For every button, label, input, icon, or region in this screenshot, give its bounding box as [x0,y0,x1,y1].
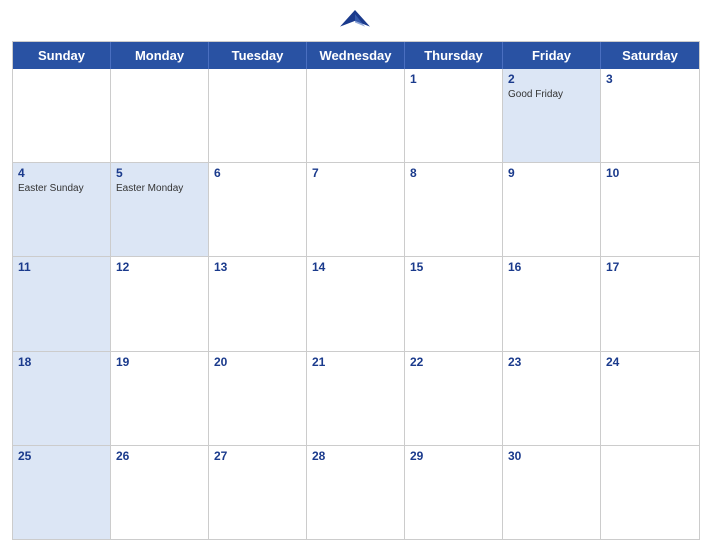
header [12,10,700,35]
day-number: 8 [410,166,497,182]
cal-cell-2-4: 15 [405,257,503,350]
cal-cell-0-6: 3 [601,69,699,162]
cal-cell-4-6 [601,446,699,539]
day-number: 16 [508,260,595,276]
cal-cell-0-4: 1 [405,69,503,162]
cal-cell-1-0: 4Easter Sunday [13,163,111,256]
day-number: 24 [606,355,694,371]
cal-cell-4-5: 30 [503,446,601,539]
week-row-3: 18 19 20 21 22 23 24 [13,352,699,446]
cal-cell-2-2: 13 [209,257,307,350]
cal-cell-1-2: 6 [209,163,307,256]
day-number: 9 [508,166,595,182]
header-day-friday: Friday [503,42,601,69]
cal-cell-2-1: 12 [111,257,209,350]
day-number: 26 [116,449,203,465]
day-number: 15 [410,260,497,276]
day-number: 2 [508,72,595,88]
day-number: 10 [606,166,694,182]
cal-cell-4-3: 28 [307,446,405,539]
cal-cell-3-5: 23 [503,352,601,445]
cal-cell-2-0: 11 [13,257,111,350]
week-row-4: 25 26 27 28 29 30 [13,446,699,539]
cal-cell-4-0: 25 [13,446,111,539]
day-number: 30 [508,449,595,465]
day-number: 14 [312,260,399,276]
day-number: 7 [312,166,399,182]
cal-cell-2-6: 17 [601,257,699,350]
cal-cell-3-6: 24 [601,352,699,445]
day-number: 27 [214,449,301,465]
day-number: 20 [214,355,301,371]
header-day-wednesday: Wednesday [307,42,405,69]
cal-cell-0-3 [307,69,405,162]
day-number: 4 [18,166,105,182]
header-day-thursday: Thursday [405,42,503,69]
day-number: 25 [18,449,105,465]
calendar-body: 12Good Friday34Easter Sunday5Easter Mond… [13,69,699,539]
day-number: 22 [410,355,497,371]
cal-cell-3-0: 18 [13,352,111,445]
day-number: 28 [312,449,399,465]
cal-cell-4-1: 26 [111,446,209,539]
cal-cell-4-4: 29 [405,446,503,539]
cal-cell-3-4: 22 [405,352,503,445]
cal-cell-3-1: 19 [111,352,209,445]
day-number: 12 [116,260,203,276]
day-number: 21 [312,355,399,371]
header-day-saturday: Saturday [601,42,699,69]
cal-cell-0-5: 2Good Friday [503,69,601,162]
cal-cell-1-1: 5Easter Monday [111,163,209,256]
week-row-2: 11 12 13 14 15 16 17 [13,257,699,351]
logo [340,10,372,35]
cal-cell-1-4: 8 [405,163,503,256]
day-number: 23 [508,355,595,371]
page: SundayMondayTuesdayWednesdayThursdayFrid… [0,0,712,550]
cal-cell-1-5: 9 [503,163,601,256]
cal-cell-1-6: 10 [601,163,699,256]
day-number: 1 [410,72,497,88]
cal-cell-3-2: 20 [209,352,307,445]
cal-cell-0-1 [111,69,209,162]
day-number: 6 [214,166,301,182]
day-number: 19 [116,355,203,371]
day-event: Easter Monday [116,183,203,194]
week-row-1: 4Easter Sunday5Easter Monday678910 [13,163,699,257]
cal-cell-3-3: 21 [307,352,405,445]
header-day-sunday: Sunday [13,42,111,69]
cal-cell-2-3: 14 [307,257,405,350]
day-number: 3 [606,72,694,88]
calendar-header: SundayMondayTuesdayWednesdayThursdayFrid… [13,42,699,69]
week-row-0: 12Good Friday3 [13,69,699,163]
day-number: 11 [18,260,105,276]
day-number: 13 [214,260,301,276]
day-number: 29 [410,449,497,465]
cal-cell-2-5: 16 [503,257,601,350]
cal-cell-0-2 [209,69,307,162]
day-event: Good Friday [508,89,595,100]
header-day-tuesday: Tuesday [209,42,307,69]
day-number: 17 [606,260,694,276]
day-event: Easter Sunday [18,183,105,194]
header-day-monday: Monday [111,42,209,69]
cal-cell-0-0 [13,69,111,162]
calendar: SundayMondayTuesdayWednesdayThursdayFrid… [12,41,700,540]
logo-icon [340,10,370,35]
day-number: 5 [116,166,203,182]
cal-cell-1-3: 7 [307,163,405,256]
cal-cell-4-2: 27 [209,446,307,539]
day-number: 18 [18,355,105,371]
